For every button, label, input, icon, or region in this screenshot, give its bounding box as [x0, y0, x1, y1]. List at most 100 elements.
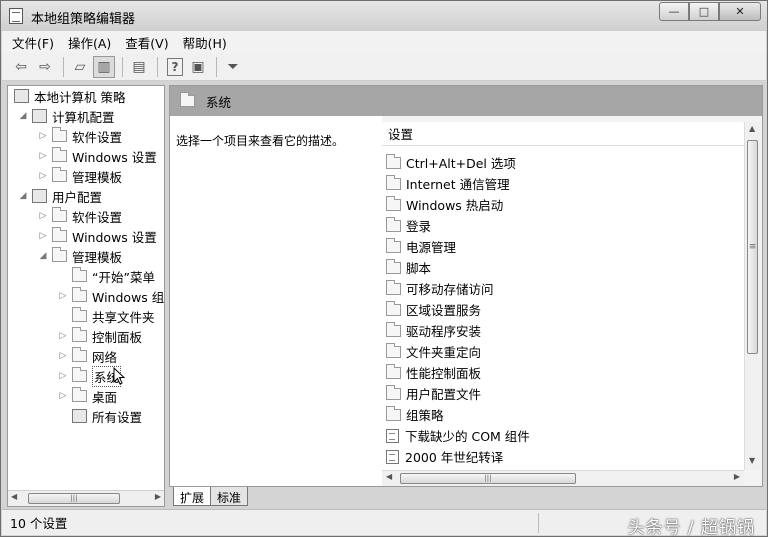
folder-icon: [386, 363, 401, 379]
list-item[interactable]: Ctrl+Alt+Del 选项: [386, 152, 516, 173]
expand-arrow-icon[interactable]: ▷: [38, 171, 48, 181]
folder-icon: [386, 216, 401, 232]
tree-item-all-settings[interactable]: 所有设置: [58, 406, 142, 426]
expand-arrow-icon[interactable]: ▷: [58, 331, 68, 341]
menu-help[interactable]: 帮助(H): [183, 33, 227, 52]
tree-item-computer-software[interactable]: ▷ 软件设置: [38, 126, 122, 146]
expand-arrow-icon[interactable]: ▷: [58, 371, 68, 381]
tree-item-computer-config[interactable]: ◢ 计算机配置: [18, 106, 115, 126]
scroll-left-icon[interactable]: ◀: [11, 492, 17, 501]
column-header-setting[interactable]: 设置: [382, 122, 744, 146]
back-icon[interactable]: ⇦: [10, 56, 32, 78]
close-button[interactable]: ✕: [719, 2, 761, 21]
list-item[interactable]: Windows 热启动: [386, 194, 503, 215]
toolbar-separator: [216, 56, 217, 77]
tree-item-system[interactable]: ▷ 系统: [58, 365, 122, 387]
expand-arrow-icon[interactable]: ▷: [38, 231, 48, 241]
list-item[interactable]: 电源管理: [386, 236, 456, 257]
up-folder-icon[interactable]: ▱: [69, 56, 91, 78]
description-panel: 选择一个项目来查看它的描述。: [170, 116, 382, 486]
list-item-label: 用户配置文件: [406, 387, 482, 402]
list-item[interactable]: 用户配置文件: [386, 383, 481, 404]
show-hide-tree-icon[interactable]: ▥: [93, 55, 115, 78]
scrollbar-thumb[interactable]: |||: [400, 473, 576, 484]
minimize-button[interactable]: —: [659, 2, 689, 21]
folder-icon: [52, 127, 67, 142]
list-item[interactable]: Internet 通信管理: [386, 173, 510, 194]
tree-item-user-windows[interactable]: ▷ Windows 设置: [38, 226, 157, 246]
list-item-label: Internet 通信管理: [406, 177, 510, 192]
folder-icon: [386, 153, 401, 169]
list-item[interactable]: 性能控制面板: [386, 362, 481, 383]
tab-standard[interactable]: 标准: [210, 487, 249, 506]
tree-item-root[interactable]: 本地计算机 策略: [14, 86, 125, 106]
scroll-down-icon[interactable]: ▼: [749, 456, 755, 465]
collapse-arrow-icon[interactable]: ◢: [18, 191, 28, 201]
computer-icon: [32, 109, 47, 123]
list-item[interactable]: 组策略: [386, 404, 444, 425]
scroll-right-icon[interactable]: ▶: [734, 472, 740, 481]
folder-icon: [52, 147, 67, 162]
menu-view[interactable]: 查看(V): [125, 33, 168, 52]
status-divider: [538, 513, 539, 533]
list-item[interactable]: 登录: [386, 215, 431, 236]
folder-icon: [386, 195, 401, 211]
help-icon[interactable]: ?: [167, 57, 183, 76]
policy-setting-icon: [386, 428, 399, 443]
tree-item-windows-components[interactable]: ▷ Windows 组件: [58, 286, 164, 306]
tree-item-user-software[interactable]: ▷ 软件设置: [38, 206, 122, 226]
export-list-icon[interactable]: ▤: [128, 56, 150, 78]
tree-item-shared-folders[interactable]: 共享文件夹: [58, 306, 155, 326]
scrollbar-thumb[interactable]: ≡: [747, 140, 758, 354]
tree-label: 用户配置: [52, 189, 103, 205]
tree-item-start-menu[interactable]: “开始”菜单: [58, 266, 155, 286]
list-item-label: 性能控制面板: [406, 366, 482, 381]
scroll-up-icon[interactable]: ▲: [749, 124, 755, 133]
scroll-left-icon[interactable]: ◀: [386, 472, 392, 481]
horizontal-scrollbar[interactable]: ◀ ||| ▶: [382, 470, 744, 486]
collapse-arrow-icon[interactable]: ◢: [38, 251, 48, 261]
list-item[interactable]: 下载缺少的 COM 组件: [386, 425, 530, 446]
menu-action[interactable]: 操作(A): [68, 33, 111, 52]
expand-arrow-icon[interactable]: ▷: [58, 351, 68, 361]
scroll-right-icon[interactable]: ▶: [155, 492, 161, 501]
folder-icon: [386, 237, 401, 253]
folder-icon: [72, 307, 87, 322]
tree-item-desktop[interactable]: ▷ 桌面: [58, 386, 117, 406]
expand-arrow-icon[interactable]: ▷: [38, 151, 48, 161]
list-item[interactable]: 2000 年世纪转译: [386, 446, 503, 467]
tree-item-control-panel[interactable]: ▷ 控制面板: [58, 326, 142, 346]
tree-item-computer-admin[interactable]: ▷ 管理模板: [38, 166, 122, 186]
list-item[interactable]: 可移动存储访问: [386, 278, 494, 299]
settings-list: 设置 Ctrl+Alt+Del 选项 Internet 通信管理 Windows 热…: [382, 122, 744, 470]
forward-icon[interactable]: ⇨: [34, 56, 56, 78]
tree-label: 计算机配置: [52, 109, 115, 125]
filter-icon[interactable]: ⏷: [222, 56, 244, 78]
vertical-scrollbar[interactable]: ▲ ≡ ▼: [744, 122, 760, 470]
menu-file[interactable]: 文件(F): [12, 33, 54, 52]
expand-arrow-icon[interactable]: ▷: [58, 391, 68, 401]
tree-item-user-config[interactable]: ◢ 用户配置: [18, 186, 102, 206]
toolbar: ⇦ ⇨ ▱ ▥ ▤ ? ▣ ⏷: [2, 53, 766, 81]
tree-label: 管理模板: [72, 249, 123, 265]
tab-extended[interactable]: 扩展: [173, 487, 212, 506]
tree-label: 软件设置: [72, 129, 123, 145]
expand-arrow-icon[interactable]: ▷: [38, 211, 48, 221]
title-bar[interactable]: 本地组策略编辑器 — □ ✕: [1, 1, 767, 31]
expand-arrow-icon[interactable]: ▷: [58, 291, 68, 301]
properties-icon[interactable]: ▣: [187, 56, 209, 78]
tree-item-user-admin[interactable]: ◢ 管理模板: [38, 246, 122, 266]
expand-arrow-icon[interactable]: ▷: [38, 131, 48, 141]
scrollbar-thumb[interactable]: |||: [28, 493, 120, 504]
folder-icon: [52, 247, 67, 262]
list-item[interactable]: 区域设置服务: [386, 299, 481, 320]
tree-item-computer-windows[interactable]: ▷ Windows 设置: [38, 146, 157, 166]
list-item[interactable]: 脚本: [386, 257, 431, 278]
window-title: 本地组策略编辑器: [31, 12, 136, 27]
tree-item-network[interactable]: ▷ 网络: [58, 346, 117, 366]
collapse-arrow-icon[interactable]: ◢: [18, 111, 28, 121]
list-item[interactable]: 文件夹重定向: [386, 341, 481, 362]
tree-horizontal-scrollbar[interactable]: ◀ ||| ▶: [8, 490, 164, 506]
maximize-button[interactable]: □: [689, 2, 719, 21]
list-item[interactable]: 驱动程序安装: [386, 320, 481, 341]
